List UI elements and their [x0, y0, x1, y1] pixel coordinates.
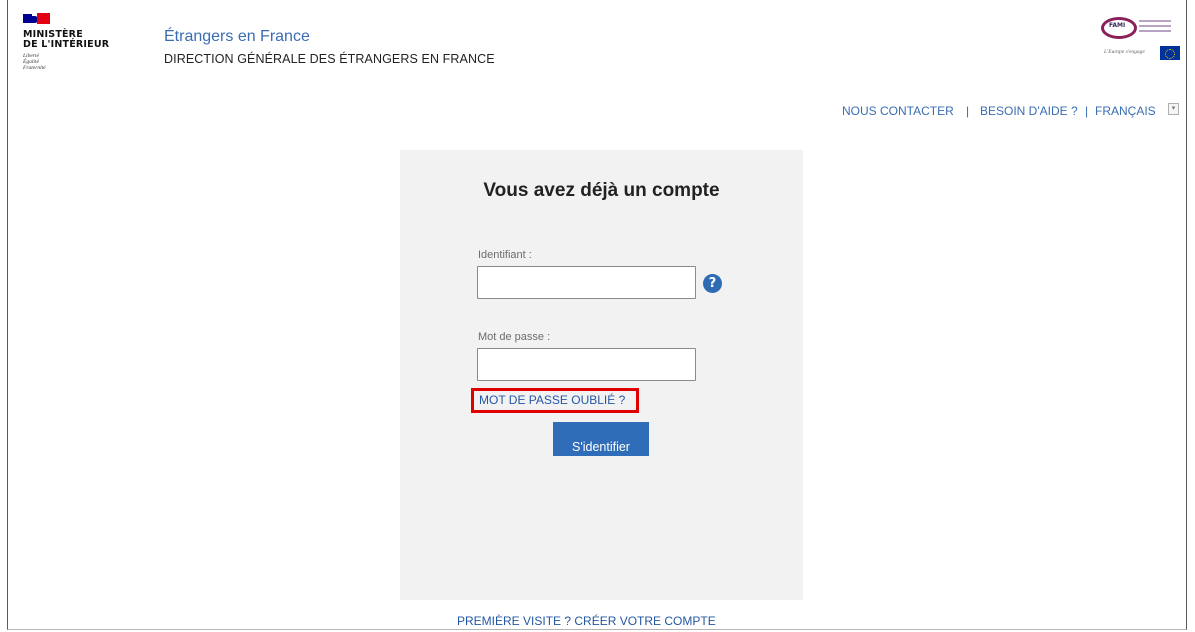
login-title: Vous avez déjà un compte	[483, 180, 720, 201]
question-circle-icon[interactable]: ?	[703, 274, 722, 293]
nav-contact-link[interactable]: NOUS CONTACTER	[842, 104, 954, 118]
eu-flag-icon	[1160, 46, 1180, 60]
fami-caption-lines	[1139, 20, 1171, 35]
fami-logo-text: FAMI	[1109, 22, 1126, 29]
nav-separator: |	[1085, 104, 1089, 118]
ministry-motto: Liberté Égalité Fraternité	[23, 53, 46, 71]
password-label: Mot de passe :	[478, 331, 551, 343]
identifier-label: Identifiant :	[478, 249, 532, 261]
create-account-link[interactable]: PREMIÈRE VISITE ? CRÉER VOTRE COMPTE	[457, 614, 716, 628]
forgot-password-link[interactable]: MOT DE PASSE OUBLIÉ ?	[471, 388, 639, 413]
chevron-down-icon[interactable]: ▾	[1168, 103, 1179, 115]
marianne-flag-icon	[23, 13, 50, 25]
fami-motto: L'Europe s'engage	[1104, 49, 1145, 55]
identifier-input[interactable]	[477, 266, 696, 299]
fami-eu-logo: FAMI L'Europe s'engage	[1097, 15, 1181, 63]
password-input[interactable]	[477, 348, 696, 381]
login-panel: Vous avez déjà un compte Identifiant : ?…	[400, 150, 803, 600]
ministry-logo[interactable]: MINISTÈRE DE L'INTÉRIEUR Liberté Égalité…	[23, 13, 133, 71]
site-subtitle: DIRECTION GÉNÉRALE DES ÉTRANGERS EN FRAN…	[164, 52, 495, 66]
nav-help-link[interactable]: BESOIN D'AIDE ?	[980, 104, 1078, 118]
login-button[interactable]: S'identifier	[553, 422, 649, 456]
site-title[interactable]: Étrangers en France	[164, 28, 310, 46]
ministry-name: MINISTÈRE DE L'INTÉRIEUR	[23, 29, 110, 50]
nav-separator: |	[966, 104, 970, 118]
nav-language-select[interactable]: FRANÇAIS	[1095, 104, 1156, 118]
